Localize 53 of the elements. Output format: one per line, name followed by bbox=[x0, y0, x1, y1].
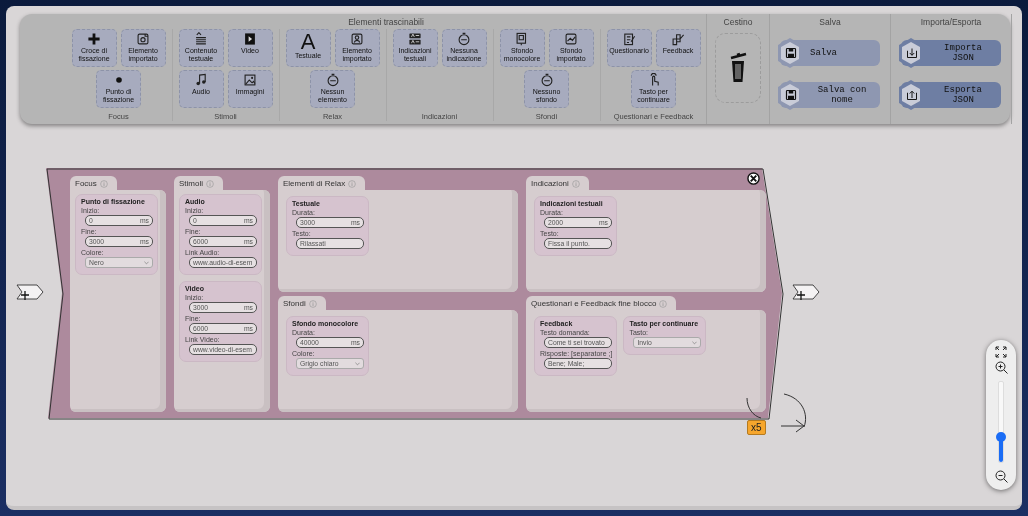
section-title: Salva bbox=[819, 17, 841, 27]
toolbar-button[interactable]: Importa JSON bbox=[901, 40, 1001, 66]
section-tab[interactable]: Stimoli bbox=[174, 176, 223, 190]
section-title: Importa/Esporta bbox=[920, 17, 982, 27]
caret-icon bbox=[692, 340, 698, 345]
import-icon bbox=[906, 47, 918, 59]
info-icon bbox=[99, 179, 108, 188]
text-lines-icon bbox=[194, 32, 208, 46]
export-icon bbox=[906, 89, 918, 101]
info-icon bbox=[206, 179, 214, 188]
checklist-icon bbox=[622, 32, 636, 46]
zoom-out-icon bbox=[994, 470, 1008, 483]
section-tab[interactable]: Sfondi bbox=[278, 296, 326, 310]
caret-icon bbox=[355, 361, 360, 366]
info-icon bbox=[308, 299, 317, 308]
puzzle-icon bbox=[671, 32, 685, 46]
text-cards-icon bbox=[408, 32, 422, 46]
info-icon bbox=[571, 179, 580, 188]
info-icon bbox=[348, 179, 357, 188]
section-title: Cestino bbox=[723, 17, 753, 27]
timer-icon bbox=[325, 73, 340, 87]
timer-icon bbox=[457, 32, 471, 46]
timer-icon bbox=[539, 73, 554, 87]
section-tab[interactable]: Indicazioni bbox=[526, 176, 589, 190]
floppy-disk-pen-icon bbox=[785, 89, 797, 101]
zoom-slider[interactable] bbox=[998, 381, 1004, 463]
letter-icon: A bbox=[300, 32, 316, 52]
info-icon bbox=[659, 299, 668, 308]
add-block-icon bbox=[16, 284, 44, 301]
fit-screen-icon bbox=[995, 346, 1007, 358]
toolbar-button[interactable]: Esporta JSON bbox=[901, 82, 1001, 108]
slider-thumb[interactable] bbox=[996, 432, 1006, 443]
section-tab[interactable]: Questionari e Feedback fine blocco bbox=[526, 296, 677, 310]
repeat-count-badge[interactable]: x5 bbox=[747, 420, 766, 435]
section-tab[interactable]: Elementi di Relax bbox=[278, 176, 366, 190]
close-icon bbox=[747, 172, 760, 185]
toolbar-button[interactable]: Salva con nome bbox=[780, 82, 880, 108]
zoom-in-icon bbox=[994, 361, 1008, 374]
section-title: Elementi trascinabili bbox=[348, 17, 424, 27]
image-icon bbox=[243, 73, 257, 87]
music-note-icon bbox=[194, 73, 208, 87]
trash-drop-zone[interactable] bbox=[715, 33, 761, 103]
chart-image-icon bbox=[564, 32, 578, 46]
portrait-card-icon bbox=[350, 32, 364, 46]
trash-icon bbox=[728, 52, 748, 84]
add-block-icon bbox=[792, 284, 820, 301]
image-frame-icon bbox=[136, 32, 150, 46]
video-icon bbox=[243, 32, 257, 46]
plus-icon bbox=[87, 32, 101, 46]
section-tab[interactable]: Focus bbox=[70, 176, 117, 190]
panel-icon bbox=[515, 32, 529, 46]
toolbar-button[interactable]: Salva bbox=[780, 40, 880, 66]
caret-icon bbox=[144, 260, 149, 265]
